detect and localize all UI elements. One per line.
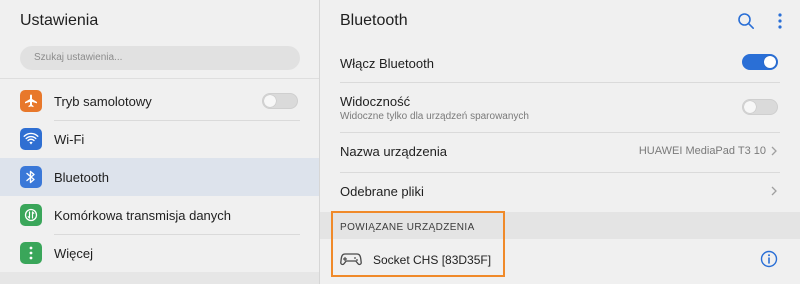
page-title: Bluetooth — [340, 12, 408, 29]
search-input[interactable]: Szukaj ustawienia... — [20, 46, 300, 70]
chevron-right-icon — [771, 146, 777, 156]
sidebar-item-label: Bluetooth — [54, 169, 109, 185]
row-subtitle: Widoczne tylko dla urządzeń sparowanych — [340, 111, 529, 122]
paired-device-row[interactable]: Socket CHS [83D35F] — [320, 239, 800, 284]
enable-bluetooth-row[interactable]: Włącz Bluetooth — [320, 44, 800, 82]
divider — [0, 78, 319, 79]
airplane-icon — [20, 90, 42, 112]
more-icon — [20, 242, 42, 264]
search-icon[interactable] — [737, 12, 755, 30]
sidebar-item-wifi[interactable]: Wi-Fi — [0, 120, 319, 158]
sidebar-item-mobile-data[interactable]: Komórkowa transmisja danych — [0, 196, 319, 234]
settings-title: Ustawienia — [20, 12, 99, 29]
wifi-icon — [20, 128, 42, 150]
row-label: Odebrane pliki — [340, 184, 424, 199]
bluetooth-toggle[interactable] — [742, 54, 778, 70]
row-label: Włącz Bluetooth — [340, 56, 434, 71]
sidebar-item-bluetooth[interactable]: Bluetooth — [0, 158, 319, 196]
sidebar-item-more[interactable]: Więcej — [0, 234, 319, 272]
visibility-row[interactable]: Widoczność Widoczne tylko dla urządzeń s… — [320, 82, 800, 132]
device-name-row[interactable]: Nazwa urządzenia HUAWEI MediaPad T3 10 — [320, 132, 800, 172]
more-vertical-icon[interactable] — [776, 12, 784, 30]
sidebar-item-airplane-mode[interactable]: Tryb samolotowy — [0, 82, 319, 120]
received-files-row[interactable]: Odebrane pliki — [320, 172, 800, 212]
device-name-value: HUAWEI MediaPad T3 10 — [638, 145, 766, 157]
row-label: Nazwa urządzenia — [340, 144, 447, 159]
info-icon[interactable] — [760, 250, 778, 268]
paired-devices-header: POWIĄZANE URZĄDZENIA — [320, 212, 800, 239]
airplane-mode-toggle[interactable] — [262, 93, 298, 109]
section-title: POWIĄZANE URZĄDZENIA — [340, 222, 475, 233]
chevron-right-icon — [771, 186, 777, 196]
sidebar-item-label: Wi-Fi — [54, 131, 85, 147]
sidebar-item-label: Więcej — [54, 245, 94, 261]
visibility-toggle[interactable] — [742, 99, 778, 115]
paired-device-name: Socket CHS [83D35F] — [373, 253, 492, 267]
bluetooth-pane: Bluetooth Włącz Bluetooth Widoczność Wid… — [320, 0, 800, 284]
sidebar-item-label: Komórkowa transmisja danych — [54, 207, 232, 223]
gamepad-icon — [340, 253, 362, 266]
settings-pane: Ustawienia Szukaj ustawienia... Tryb sam… — [0, 0, 319, 284]
row-label: Widoczność — [340, 94, 411, 109]
divider — [0, 272, 319, 284]
bluetooth-icon — [20, 166, 42, 188]
mobile-data-icon — [20, 204, 42, 226]
sidebar-item-label: Tryb samolotowy — [54, 93, 152, 109]
